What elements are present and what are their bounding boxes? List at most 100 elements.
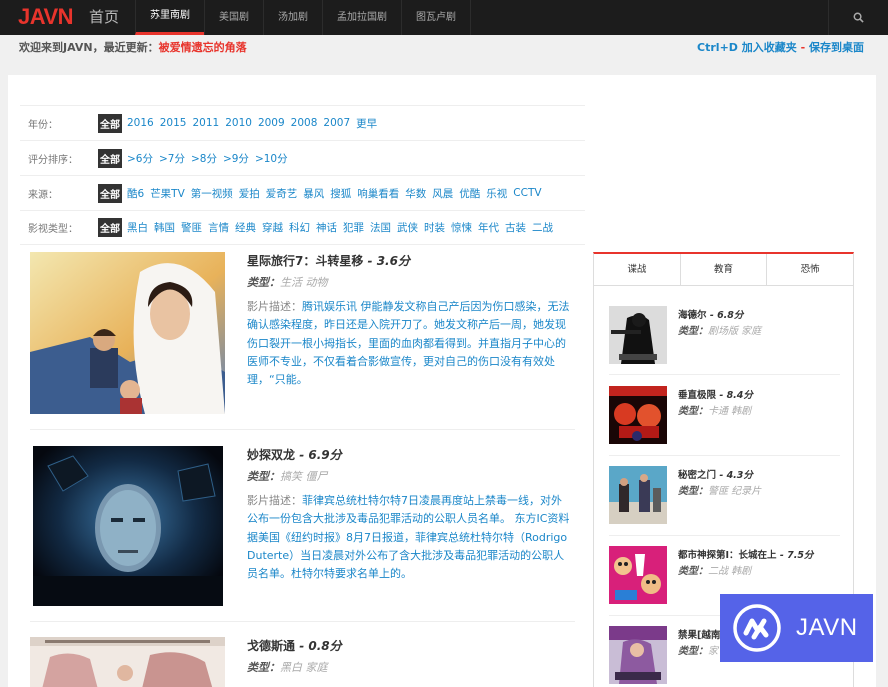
- filter-option[interactable]: 2015: [160, 117, 187, 129]
- tab-education[interactable]: 教育: [679, 254, 767, 285]
- nav-item-usa[interactable]: 美国剧: [204, 0, 263, 35]
- filter-option[interactable]: >10分: [255, 151, 288, 166]
- filter-option[interactable]: 暴风: [303, 186, 324, 201]
- sidebar-title-text: 秘密之门: [678, 470, 717, 481]
- filter-option[interactable]: 黑白: [127, 220, 148, 235]
- sidebar-thumb[interactable]: [609, 466, 667, 524]
- filter-option[interactable]: 酷6: [127, 186, 144, 201]
- type-value: 卡通 韩剧: [708, 406, 752, 417]
- filter-option[interactable]: 科幻: [289, 220, 310, 235]
- movie-title[interactable]: 戈德斯通 - 0.8分: [247, 637, 342, 654]
- filter-label: 年份：: [28, 119, 58, 131]
- nav-item-tuvalu[interactable]: 图瓦卢剧: [401, 0, 470, 35]
- movie-poster[interactable]: [33, 446, 223, 606]
- sidebar-score: - 8.4分: [716, 390, 753, 401]
- movie-title[interactable]: 星际旅行7：斗转星移 - 3.6分: [247, 252, 410, 269]
- filter-row-year: 年份： 全部 2016 2015 2011 2010 2009 2008 200…: [20, 105, 585, 140]
- nav-item-suriname[interactable]: 苏里南剧: [135, 0, 204, 35]
- filter-option[interactable]: 爱拍: [239, 186, 260, 201]
- filter-option[interactable]: 乐视: [486, 186, 507, 201]
- filter-option[interactable]: 搜狐: [330, 186, 351, 201]
- save-desktop-link[interactable]: 保存到桌面: [809, 41, 864, 54]
- filter-option[interactable]: 惊悚: [451, 220, 472, 235]
- sidebar-item-type: 类型：家: [678, 642, 718, 657]
- filter-option[interactable]: 2007: [323, 117, 350, 129]
- divider: [30, 621, 575, 622]
- filter-option[interactable]: 2009: [258, 117, 285, 129]
- filter-option[interactable]: 芒果TV: [150, 186, 185, 201]
- filter-option[interactable]: 警匪: [181, 220, 202, 235]
- filter-option[interactable]: >8分: [191, 151, 217, 166]
- filter-option[interactable]: 2010: [225, 117, 252, 129]
- sidebar-item-type: 类型：剧场版 家庭: [678, 322, 761, 337]
- movie-score: - 6.9分: [295, 448, 342, 462]
- filter-option[interactable]: 华数: [405, 186, 426, 201]
- sidebar-title-text: 海德尔: [678, 310, 707, 321]
- filter-option[interactable]: 言情: [208, 220, 229, 235]
- type-label: 类型：: [678, 326, 708, 337]
- sidebar-thumb[interactable]: [609, 386, 667, 444]
- sidebar-item-title[interactable]: 海德尔 - 6.8分: [678, 307, 743, 321]
- filter-label: 评分排序：: [28, 154, 78, 166]
- tab-horror[interactable]: 恐怖: [766, 254, 853, 285]
- filter-option[interactable]: 2011: [192, 117, 219, 129]
- tab-espionage[interactable]: 谍战: [594, 254, 680, 285]
- sidebar-item-title[interactable]: 禁果[越南]: [678, 627, 725, 641]
- filter-option[interactable]: >7分: [159, 151, 185, 166]
- filter-option[interactable]: 犯罪: [343, 220, 364, 235]
- site-logo[interactable]: JAVN: [0, 0, 75, 35]
- nav-item-tonga[interactable]: 汤加剧: [263, 0, 322, 35]
- search-button[interactable]: [828, 0, 888, 35]
- type-label: 类型：: [247, 470, 280, 483]
- sidebar-thumb[interactable]: [609, 626, 667, 684]
- type-label: 类型：: [678, 486, 708, 497]
- divider: [30, 429, 575, 430]
- movie-description: 影片描述：腾讯娱乐讯 伊能静发文称自己产后因为伤口感染，无法确认感染程度，昨日还…: [247, 298, 572, 389]
- filter-label: 来源：: [28, 189, 58, 201]
- sidebar-thumb[interactable]: [609, 546, 667, 604]
- type-value: 二战 韩剧: [708, 566, 752, 577]
- filter-option[interactable]: 2016: [127, 117, 154, 129]
- filter-all[interactable]: 全部: [98, 218, 122, 237]
- filter-option[interactable]: 爱奇艺: [266, 186, 298, 201]
- filter-option[interactable]: 二战: [532, 220, 553, 235]
- filter-option[interactable]: 神话: [316, 220, 337, 235]
- filter-label: 影视类型：: [28, 224, 78, 235]
- filter-option[interactable]: 年代: [478, 220, 499, 235]
- type-label: 类型：: [678, 646, 708, 657]
- sidebar-thumb[interactable]: [609, 306, 667, 364]
- sidebar-score: - 6.8分: [706, 310, 744, 321]
- latest-update-link[interactable]: 被爱情遗忘的角落: [159, 41, 247, 54]
- filter-option[interactable]: 优酷: [459, 186, 480, 201]
- filter-option[interactable]: 2008: [291, 117, 318, 129]
- sidebar-item-title[interactable]: 秘密之门 - 4.3分: [678, 467, 753, 481]
- add-bookmark-link[interactable]: Ctrl+D 加入收藏夹: [697, 41, 797, 54]
- filter-all[interactable]: 全部: [98, 113, 122, 133]
- filter-option[interactable]: 古装: [505, 220, 526, 235]
- filter-option[interactable]: 更早: [356, 116, 377, 131]
- nav-item-bangladesh[interactable]: 孟加拉国剧: [322, 0, 401, 35]
- filter-option[interactable]: 第一视频: [191, 186, 233, 201]
- filter-option[interactable]: CCTV: [513, 187, 541, 199]
- sidebar-item-title[interactable]: 都市神探第I：长城在上 - 7.5分: [678, 547, 813, 561]
- filter-option[interactable]: 法国: [370, 220, 391, 235]
- filter-option[interactable]: >9分: [223, 151, 249, 166]
- type-value: 搞笑 僵尸: [280, 470, 328, 483]
- filter-option[interactable]: 经典: [235, 220, 256, 235]
- filter-option[interactable]: 时装: [424, 220, 445, 235]
- filter-all[interactable]: 全部: [98, 183, 122, 203]
- movie-poster[interactable]: [30, 252, 225, 414]
- nav-home[interactable]: 首页: [75, 0, 135, 35]
- filter-option[interactable]: 韩国: [154, 220, 175, 235]
- movie-title[interactable]: 妙探双龙 - 6.9分: [247, 446, 342, 463]
- watermark-badge: JAVN: [720, 594, 873, 662]
- filter-option[interactable]: 风晨: [432, 186, 453, 201]
- filter-option[interactable]: 武侠: [397, 220, 418, 235]
- filter-option[interactable]: 穿越: [262, 220, 283, 235]
- filter-option[interactable]: >6分: [127, 151, 153, 166]
- sidebar-item-title[interactable]: 垂直极限 - 8.4分: [678, 387, 753, 401]
- movie-poster[interactable]: [30, 637, 225, 687]
- filter-all[interactable]: 全部: [98, 148, 122, 168]
- filter-option[interactable]: 响巢看看: [357, 186, 399, 201]
- sidebar-score: - 4.3分: [716, 470, 753, 481]
